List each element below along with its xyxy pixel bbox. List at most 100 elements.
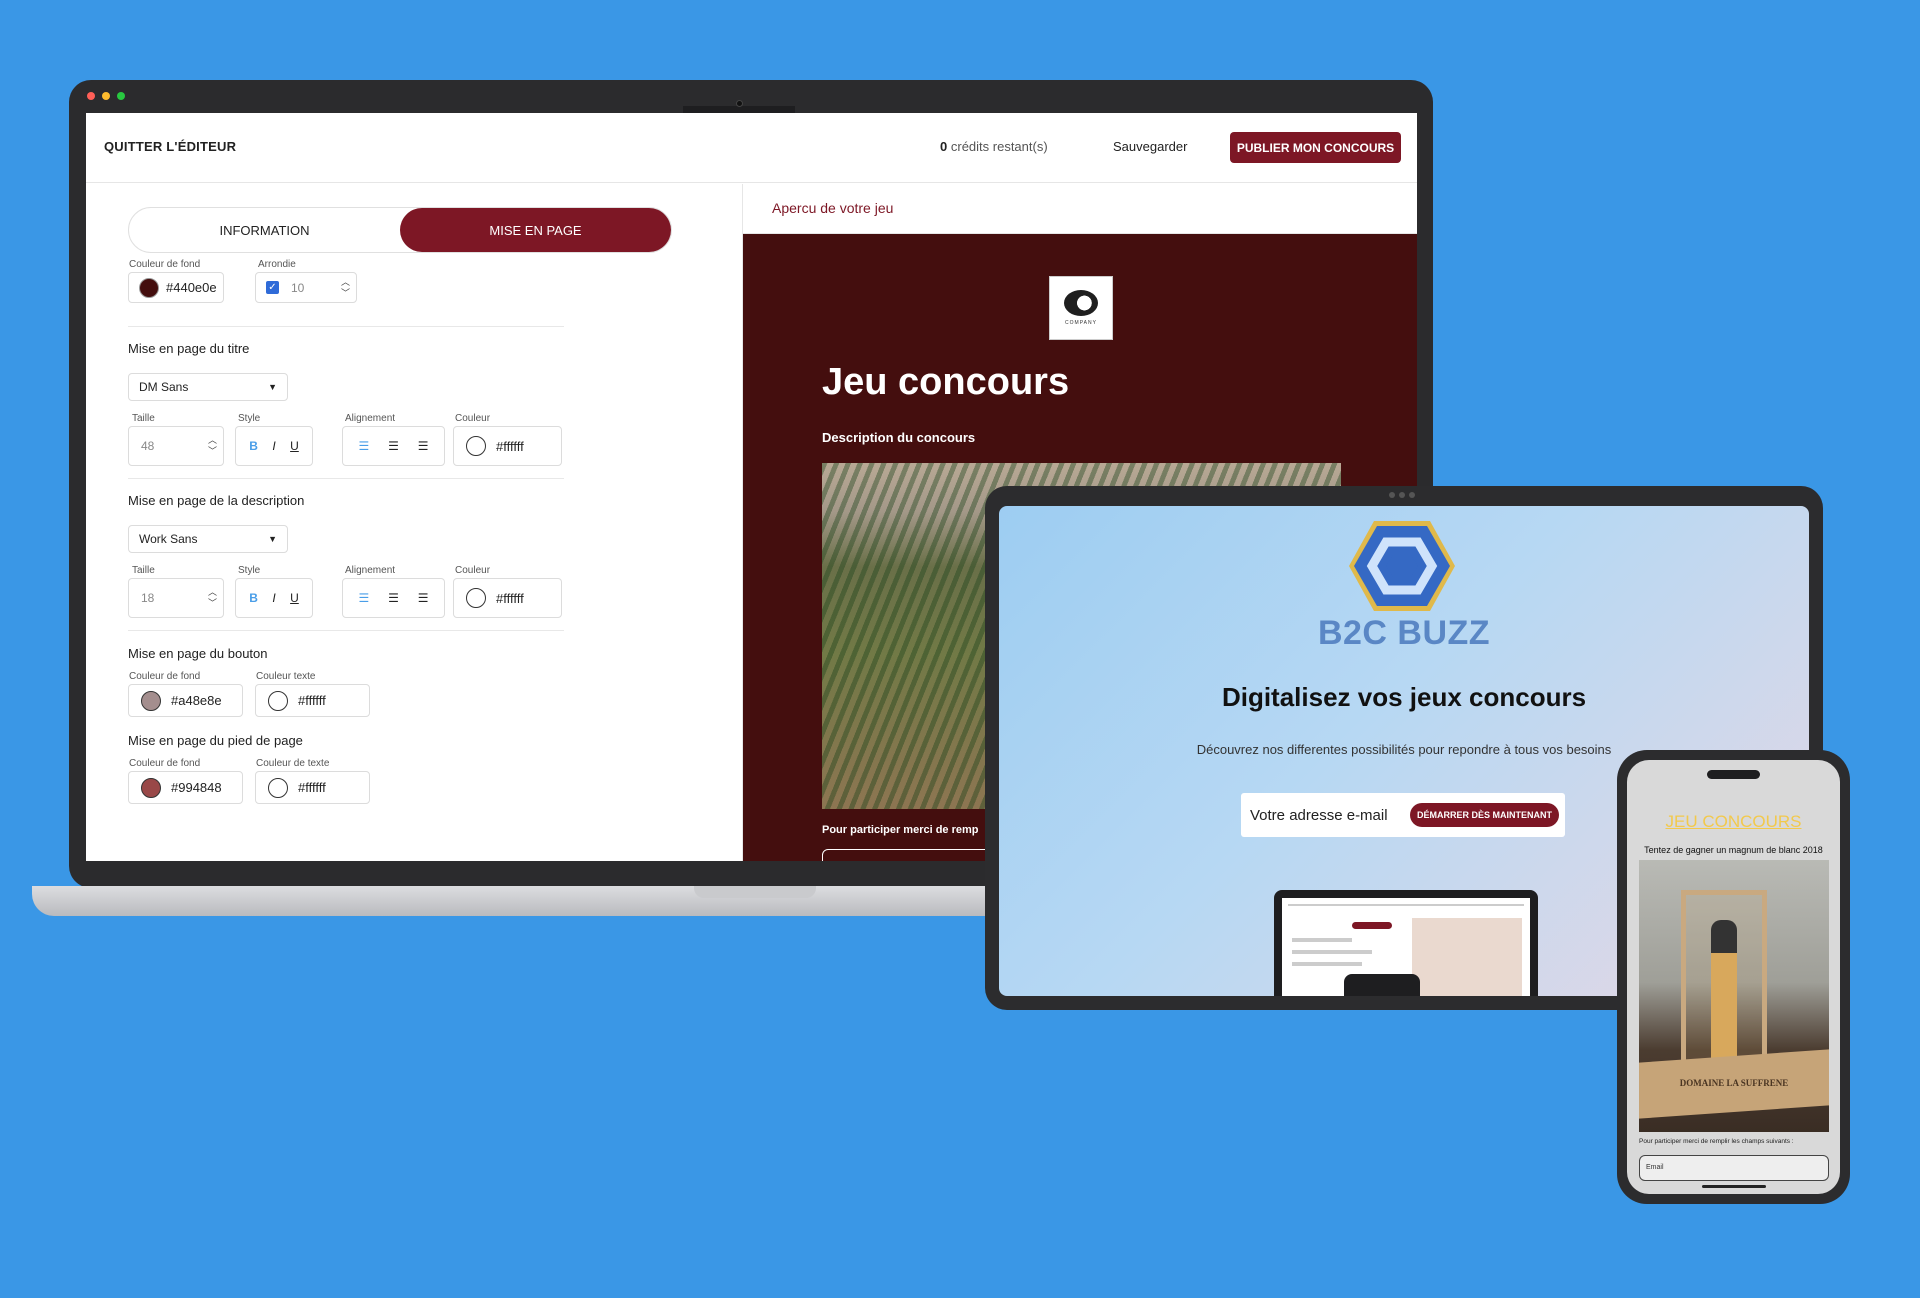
italic-button[interactable]: I	[272, 439, 275, 453]
stepper-arrows[interactable]: ︿ ﹀	[208, 435, 217, 457]
company-logo-text: COMPANY	[1065, 320, 1097, 326]
brand-name: B2C BUZZ	[1317, 614, 1491, 652]
maximize-dot[interactable]	[117, 92, 125, 100]
credits-count: 0	[940, 139, 948, 154]
domaine-label: DOMAINE LA SUFFRENE	[1679, 1078, 1789, 1088]
align-left-icon[interactable]: ☰	[358, 591, 369, 605]
rounded-field[interactable]: ✓ 10 ︿ ﹀	[255, 272, 357, 303]
phone-email-input[interactable]: Email	[1639, 1155, 1829, 1181]
b2c-buzz-logo-icon	[1349, 521, 1455, 611]
rounded-checkbox[interactable]: ✓	[266, 281, 279, 294]
preview-description: Description du concours	[822, 430, 976, 445]
quit-editor-link[interactable]: QUITTER L'ÉDITEUR	[104, 139, 236, 154]
title-font-value: DM Sans	[139, 380, 189, 394]
button-bg-field[interactable]: #a48e8e	[128, 684, 243, 717]
divider	[128, 630, 564, 631]
bg-color-field[interactable]: #440e0e	[128, 272, 224, 303]
button-text-label: Couleur texte	[256, 671, 316, 682]
button-text-field[interactable]: #ffffff	[255, 684, 370, 717]
title-size-stepper[interactable]: 48 ︿ ﹀	[128, 426, 224, 466]
button-bg-value: #a48e8e	[171, 693, 222, 708]
rounded-value: 10	[291, 280, 305, 295]
footer-bg-value: #994848	[171, 780, 222, 795]
email-input[interactable]: Votre adresse e-mail	[1250, 807, 1388, 824]
save-button[interactable]: Sauvegarder	[1113, 139, 1187, 154]
title-align-label: Alignement	[345, 413, 396, 424]
phone-frame: JEU CONCOURS Tentez de gagner un magnum …	[1617, 750, 1850, 1204]
tablet-camera	[1389, 492, 1419, 498]
underline-button[interactable]: U	[290, 439, 299, 453]
close-dot[interactable]	[87, 92, 95, 100]
description-align-label: Alignement	[345, 565, 396, 576]
minimize-dot[interactable]	[102, 92, 110, 100]
description-section-heading: Mise en page de la description	[128, 493, 305, 508]
align-right-icon[interactable]: ☰	[418, 439, 429, 453]
phone-contest-subtitle: Tentez de gagner un magnum de blanc 2018	[1644, 845, 1823, 855]
button-bg-swatch	[141, 690, 161, 711]
footer-bg-swatch	[141, 777, 161, 798]
start-now-button[interactable]: DÉMARRER DÈS MAINTENANT	[1410, 803, 1559, 827]
description-font-value: Work Sans	[139, 532, 198, 546]
title-align-buttons: ☰ ☰ ☰	[342, 426, 445, 466]
bg-color-label: Couleur de fond	[129, 259, 201, 270]
button-bg-label: Couleur de fond	[129, 671, 201, 682]
wine-prize-image: DOMAINE LA SUFFRENE	[1639, 860, 1829, 1132]
title-color-value: #ffffff	[496, 438, 524, 454]
description-style-label: Style	[238, 565, 261, 576]
description-color-swatch	[466, 588, 486, 608]
preview-header: Apercu de votre jeu	[743, 184, 1417, 234]
button-section-heading: Mise en page du bouton	[128, 646, 268, 661]
divider	[128, 326, 564, 327]
window-controls	[87, 92, 125, 100]
phone-contest-title: JEU CONCOURS	[1665, 812, 1802, 831]
align-center-icon[interactable]: ☰	[388, 439, 399, 453]
footer-section-heading: Mise en page du pied de page	[128, 733, 303, 748]
footer-bg-field[interactable]: #994848	[128, 771, 243, 804]
company-logo: COMPANY	[1049, 276, 1113, 340]
company-logo-icon	[1064, 290, 1098, 316]
align-right-icon[interactable]: ☰	[418, 591, 429, 605]
description-color-label: Couleur	[455, 565, 491, 576]
phone-contest-page: JEU CONCOURS Tentez de gagner un magnum …	[1627, 760, 1840, 1194]
title-size-value: 48	[141, 439, 155, 453]
description-color-field[interactable]: #ffffff	[453, 578, 562, 618]
align-left-icon[interactable]: ☰	[358, 439, 369, 453]
footer-text-field[interactable]: #ffffff	[255, 771, 370, 804]
tab-information[interactable]: INFORMATION	[129, 208, 400, 252]
editor-topbar: QUITTER L'ÉDITEUR 0 crédits restant(s) S…	[86, 113, 1417, 183]
preview-participate-text: Pour participer merci de remp	[822, 824, 979, 836]
tab-mise-en-page[interactable]: MISE EN PAGE	[400, 208, 671, 252]
home-indicator	[1702, 1185, 1766, 1188]
rounded-stepper[interactable]: ︿ ﹀	[341, 277, 350, 299]
align-center-icon[interactable]: ☰	[388, 591, 399, 605]
bold-button[interactable]: B	[249, 439, 258, 453]
italic-button[interactable]: I	[272, 591, 275, 605]
description-style-buttons: B I U	[235, 578, 313, 618]
phone-notch	[1707, 770, 1760, 779]
title-color-label: Couleur	[455, 413, 491, 424]
preview-title: Jeu concours	[822, 361, 1070, 403]
button-text-swatch	[268, 690, 288, 711]
description-color-value: #ffffff	[496, 590, 524, 606]
layout-settings-panel: INFORMATION MISE EN PAGE Couleur de fond…	[86, 184, 742, 861]
title-font-select[interactable]: DM Sans ▼	[128, 373, 288, 401]
credits-remaining: 0 crédits restant(s)	[940, 139, 1048, 154]
preview-heading: Apercu de votre jeu	[772, 200, 894, 216]
phone-participate-text: Pour participer merci de remplir les cha…	[1639, 1138, 1794, 1145]
title-color-swatch	[466, 436, 486, 456]
bg-color-value: #440e0e	[166, 280, 217, 295]
description-size-stepper[interactable]: 18 ︿ ﹀	[128, 578, 224, 618]
credits-label: crédits restant(s)	[950, 139, 1048, 154]
stepper-arrows[interactable]: ︿ ﹀	[208, 587, 217, 609]
description-size-label: Taille	[132, 565, 155, 576]
email-signup-form: Votre adresse e-mail DÉMARRER DÈS MAINTE…	[1241, 793, 1565, 837]
publish-button[interactable]: PUBLIER MON CONCOURS	[1230, 132, 1401, 163]
footer-text-label: Couleur de texte	[256, 758, 330, 769]
rounded-label: Arrondie	[258, 259, 296, 270]
bold-button[interactable]: B	[249, 591, 258, 605]
description-font-select[interactable]: Work Sans ▼	[128, 525, 288, 553]
title-color-field[interactable]: #ffffff	[453, 426, 562, 466]
landing-headline: Digitalisez vos jeux concours	[1221, 682, 1587, 712]
footer-bg-label: Couleur de fond	[129, 758, 201, 769]
underline-button[interactable]: U	[290, 591, 299, 605]
